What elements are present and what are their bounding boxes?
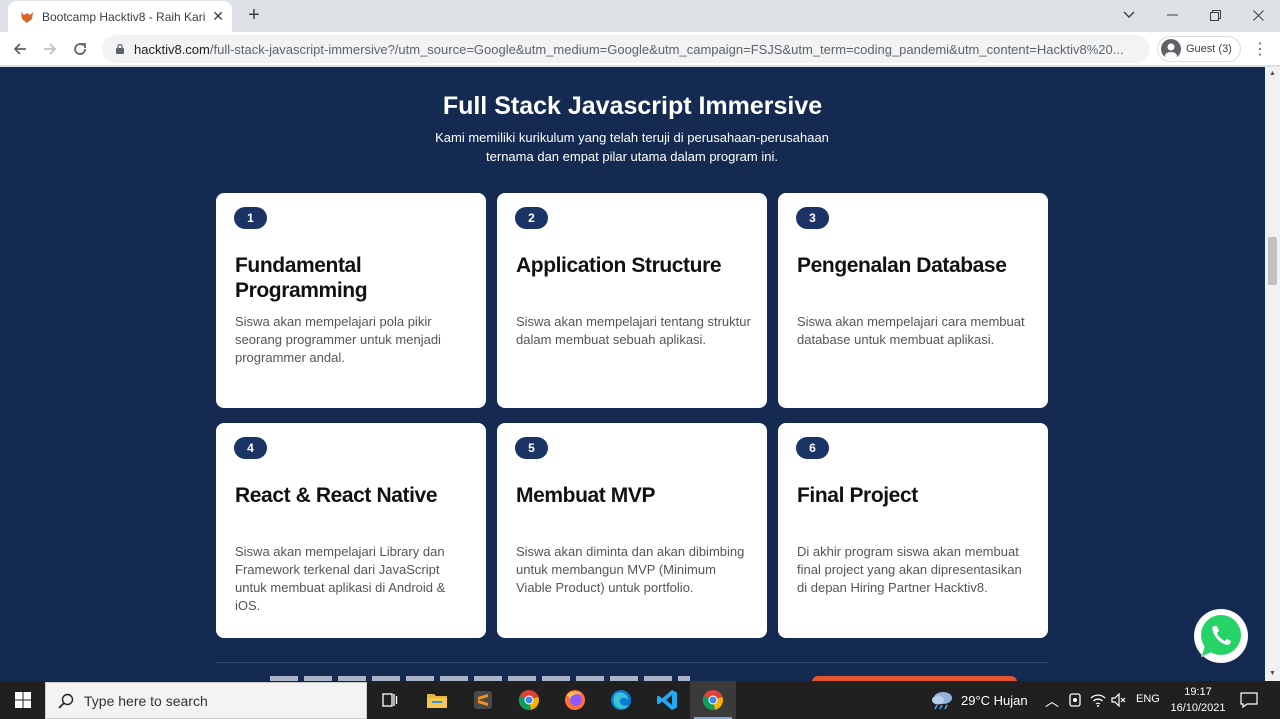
search-placeholder: Type here to search: [84, 692, 208, 709]
curriculum-card: 1 Fundamental Programming Siswa akan mem…: [216, 193, 486, 408]
start-button[interactable]: [0, 681, 45, 719]
taskbar-search-box[interactable]: Type here to search: [45, 682, 367, 719]
browser-toolbar: hacktiv8.com/full-stack-javascript-immer…: [0, 32, 1280, 66]
card-title: Membuat MVP: [516, 484, 656, 507]
scroll-up-icon[interactable]: ▲: [1265, 67, 1280, 81]
card-number-badge: 6: [796, 437, 829, 459]
weather-rain-icon[interactable]: [930, 690, 954, 710]
card-number-badge: 2: [515, 207, 548, 229]
tab-search-chevron-icon[interactable]: [1107, 0, 1151, 30]
task-view-icon[interactable]: [367, 681, 413, 719]
taskbar-clock[interactable]: 19:17 16/10/2021: [1163, 684, 1233, 716]
clock-time: 19:17: [1184, 686, 1212, 698]
weather-text[interactable]: 29°C Hujan: [961, 693, 1028, 708]
profile-button[interactable]: Guest (3): [1157, 36, 1241, 62]
meet-now-icon[interactable]: [1068, 692, 1082, 708]
notifications-icon[interactable]: [1240, 691, 1258, 709]
section-divider: [216, 662, 1048, 663]
page-scrollbar[interactable]: ▲ ▼: [1265, 67, 1280, 681]
profile-label: Guest (3): [1186, 43, 1232, 55]
close-window-button[interactable]: [1236, 0, 1280, 30]
card-description: Siswa akan diminta dan akan dibimbing un…: [516, 544, 745, 595]
volume-muted-icon[interactable]: [1111, 693, 1127, 707]
curriculum-card: 2 Application Structure Siswa akan mempe…: [497, 193, 767, 408]
card-title: Fundamental Programming: [235, 254, 368, 302]
search-icon: [58, 693, 74, 709]
sublime-text-icon[interactable]: [460, 681, 506, 719]
avatar-icon: [1161, 39, 1181, 59]
card-title: React & React Native: [235, 484, 438, 507]
card-number-badge: 1: [234, 207, 267, 229]
curriculum-card: 4 React & React Native Siswa akan mempel…: [216, 423, 486, 638]
card-description: Siswa akan mempelajari tentang struktur …: [516, 314, 751, 347]
card-description: Di akhir program siswa akan membuat fina…: [797, 544, 1022, 595]
file-explorer-icon[interactable]: [414, 681, 460, 719]
card-description: Siswa akan mempelajari pola pikir seoran…: [235, 314, 441, 365]
scroll-thumb[interactable]: [1268, 237, 1277, 285]
card-description: Siswa akan mempelajari cara membuat data…: [797, 314, 1025, 347]
restore-button[interactable]: [1193, 0, 1237, 30]
card-number-badge: 4: [234, 437, 267, 459]
page-content: Full Stack Javascript Immersive Kami mem…: [0, 67, 1265, 681]
curriculum-card: 5 Membuat MVP Siswa akan diminta dan aka…: [497, 423, 767, 638]
language-indicator[interactable]: ENG: [1136, 693, 1160, 705]
scroll-down-icon[interactable]: ▼: [1265, 667, 1280, 681]
browser-menu-icon[interactable]: ⋮: [1250, 37, 1270, 61]
new-tab-button[interactable]: +: [243, 4, 265, 26]
minimize-button[interactable]: [1150, 0, 1194, 30]
back-button[interactable]: [8, 37, 32, 61]
url-domain: hacktiv8.com: [134, 41, 210, 57]
card-title: Pengenalan Database: [797, 254, 1007, 277]
tab-close-icon[interactable]: ✕: [212, 8, 224, 25]
browser-tab[interactable]: Bootcamp Hacktiv8 - Raih Karir M ✕: [8, 1, 232, 32]
forward-button[interactable]: [38, 37, 62, 61]
reload-icon: [74, 43, 86, 55]
card-number-badge: 3: [796, 207, 829, 229]
whatsapp-icon[interactable]: [1193, 608, 1249, 664]
reload-button[interactable]: [68, 37, 92, 61]
tray-overflow-chevron-icon[interactable]: ︿: [1045, 691, 1059, 711]
chrome-icon[interactable]: [506, 681, 552, 719]
windows-logo-icon: [14, 692, 31, 708]
card-title: Final Project: [797, 484, 918, 507]
curriculum-card: 6 Final Project Di akhir program siswa a…: [778, 423, 1048, 638]
card-title: Application Structure: [516, 254, 722, 277]
windows-taskbar: Type here to search 29°C Hujan ︿ ENG 19:…: [0, 681, 1280, 719]
address-bar[interactable]: hacktiv8.com/full-stack-javascript-immer…: [102, 35, 1150, 63]
chrome-active-icon[interactable]: [690, 681, 736, 719]
url-text: hacktiv8.com/full-stack-javascript-immer…: [134, 42, 1124, 57]
section-title: Full Stack Javascript Immersive: [442, 92, 823, 120]
edge-icon[interactable]: [598, 681, 644, 719]
forward-arrow-icon: [44, 43, 57, 55]
tab-strip: Bootcamp Hacktiv8 - Raih Karir M ✕ +: [0, 0, 1280, 32]
curriculum-card: 3 Pengenalan Database Siswa akan mempela…: [778, 193, 1048, 408]
tab-title: Bootcamp Hacktiv8 - Raih Karir M: [42, 9, 207, 24]
vscode-icon[interactable]: [644, 681, 690, 719]
back-arrow-icon: [13, 43, 26, 55]
clock-date: 16/10/2021: [1170, 702, 1226, 714]
lock-icon: [116, 43, 124, 54]
hacktiv8-favicon-icon: [21, 11, 33, 23]
url-path: /full-stack-javascript-immersive?/utm_so…: [209, 41, 1124, 57]
card-number-badge: 5: [515, 437, 548, 459]
firefox-icon[interactable]: [552, 681, 598, 719]
section-subtitle: Kami memiliki kurikulum yang telah teruj…: [435, 130, 829, 164]
wifi-icon[interactable]: [1090, 693, 1106, 707]
card-description: Siswa akan mempelajari Library dan Frame…: [235, 544, 446, 613]
